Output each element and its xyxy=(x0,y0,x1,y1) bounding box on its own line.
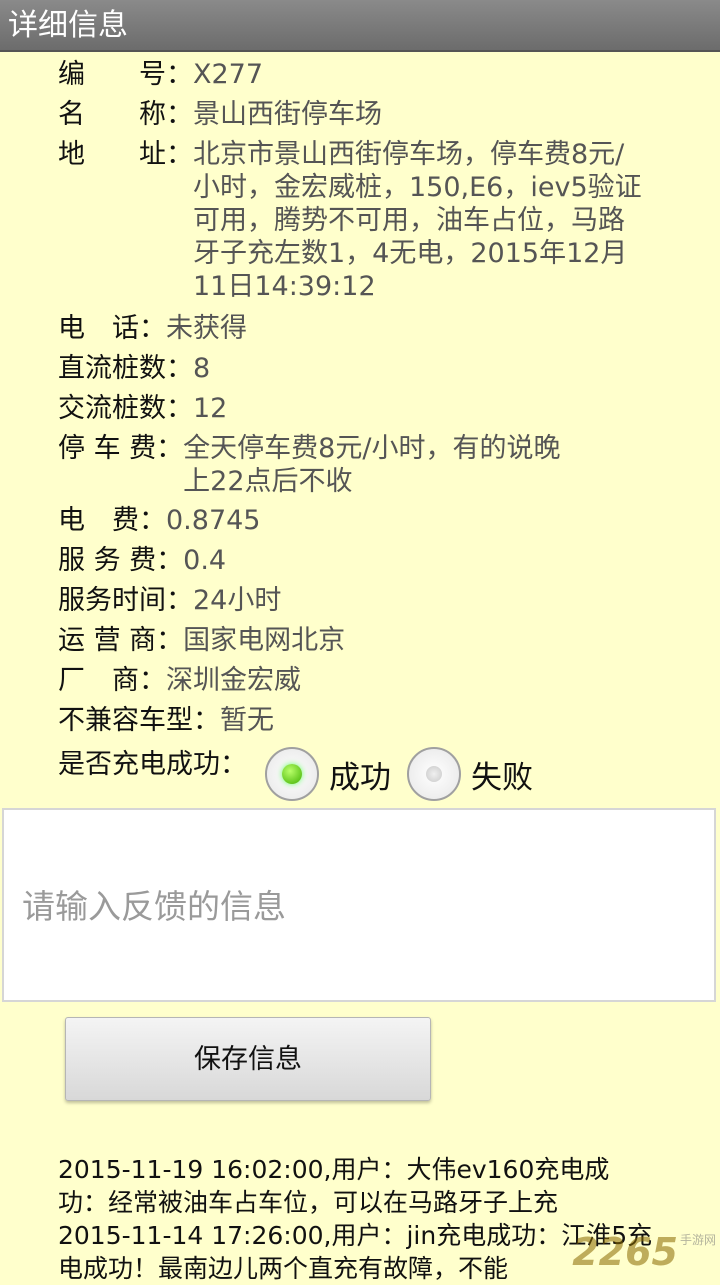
field-value: 北京市景山西街停车场，停车费8元/小时，金宏威桩，150,E6，iev5验证可用… xyxy=(193,139,642,302)
field-label: 电 话： xyxy=(58,313,166,344)
log-entry: 2015-11-19 16:02:00,用户：大伟ev160充电成功：经常被油车… xyxy=(58,1155,610,1217)
watermark-logo-text: 2265 xyxy=(572,1230,678,1274)
field-operator: 运 营 商： 国家电网北京 xyxy=(58,624,345,657)
field-phone: 电 话： 未获得 xyxy=(58,312,247,345)
field-service-time: 服务时间： 24小时 xyxy=(58,584,281,617)
save-button[interactable]: 保存信息 xyxy=(65,1017,431,1101)
field-label: 直流桩数： xyxy=(58,353,193,384)
field-ac-count: 交流桩数： 12 xyxy=(58,392,227,425)
feedback-input[interactable]: 请输入反馈的信息 xyxy=(2,808,716,1002)
field-label: 名 称： xyxy=(58,99,193,130)
field-dc-count: 直流桩数： 8 xyxy=(58,352,210,385)
watermark-sub-text: 手游网 xyxy=(679,1233,716,1247)
radio-fail[interactable]: 失败 xyxy=(407,747,533,801)
field-value: 深圳金宏威 xyxy=(166,665,301,696)
field-label: 地 址： xyxy=(58,139,193,170)
field-label: 服务时间： xyxy=(58,585,193,616)
radio-success-label[interactable]: 成功 xyxy=(329,752,391,797)
field-label: 编 号： xyxy=(58,59,193,90)
field-value: 景山西街停车场 xyxy=(193,99,382,130)
field-value: 12 xyxy=(193,393,228,424)
title-bar: 详细信息 xyxy=(0,0,720,52)
log-entry: 2015-11-14 17:26:00,用户：jin充电成功：江淮5充电成功！最… xyxy=(58,1221,653,1283)
field-label: 厂 商： xyxy=(58,665,166,696)
radio-unchecked-icon[interactable] xyxy=(407,747,461,801)
field-label: 交流桩数： xyxy=(58,393,193,424)
charge-result-label: 是否充电成功： xyxy=(58,748,247,780)
radio-checked-icon[interactable] xyxy=(265,747,319,801)
field-value: 暂无 xyxy=(220,705,274,736)
field-value: 24小时 xyxy=(193,585,282,616)
field-address: 地 址： 北京市景山西街停车场，停车费8元/小时，金宏威桩，150,E6，iev… xyxy=(58,138,643,303)
feedback-placeholder: 请输入反馈的信息 xyxy=(22,887,286,926)
field-value: 8 xyxy=(193,353,211,384)
field-value: 0.4 xyxy=(183,545,227,576)
page-title: 详细信息 xyxy=(8,8,128,43)
field-value: 0.8745 xyxy=(166,505,261,536)
field-label: 电 费： xyxy=(58,505,166,536)
field-id: 编 号： X277 xyxy=(58,58,263,91)
radio-fail-label[interactable]: 失败 xyxy=(471,752,533,797)
field-vendor: 厂 商： 深圳金宏威 xyxy=(58,664,301,697)
field-label: 服 务 费： xyxy=(58,545,184,576)
field-label: 停 车 费： xyxy=(58,433,184,464)
field-name: 名 称： 景山西街停车场 xyxy=(58,98,382,131)
field-service-fee: 服 务 费： 0.4 xyxy=(58,544,226,577)
charge-result-group: 是否充电成功： 成功 失败 xyxy=(58,744,533,804)
radio-success[interactable]: 成功 xyxy=(265,747,391,801)
field-value: X277 xyxy=(193,59,264,90)
field-value: 未获得 xyxy=(166,313,247,344)
field-electricity-fee: 电 费： 0.8745 xyxy=(58,504,260,537)
field-parking-fee: 停 车 费： 全天停车费8元/小时，有的说晚上22点后不收 xyxy=(58,432,583,498)
field-incompatible-models: 不兼容车型： 暂无 xyxy=(58,704,274,737)
watermark-logo: 2265 手游网 xyxy=(572,1230,716,1274)
field-label: 运 营 商： xyxy=(58,625,184,656)
feedback-log: 2015-11-19 16:02:00,用户：大伟ev160充电成功：经常被油车… xyxy=(58,1153,658,1285)
field-label: 不兼容车型： xyxy=(58,705,220,736)
field-value: 全天停车费8元/小时，有的说晚上22点后不收 xyxy=(183,433,561,497)
field-value: 国家电网北京 xyxy=(183,625,346,656)
